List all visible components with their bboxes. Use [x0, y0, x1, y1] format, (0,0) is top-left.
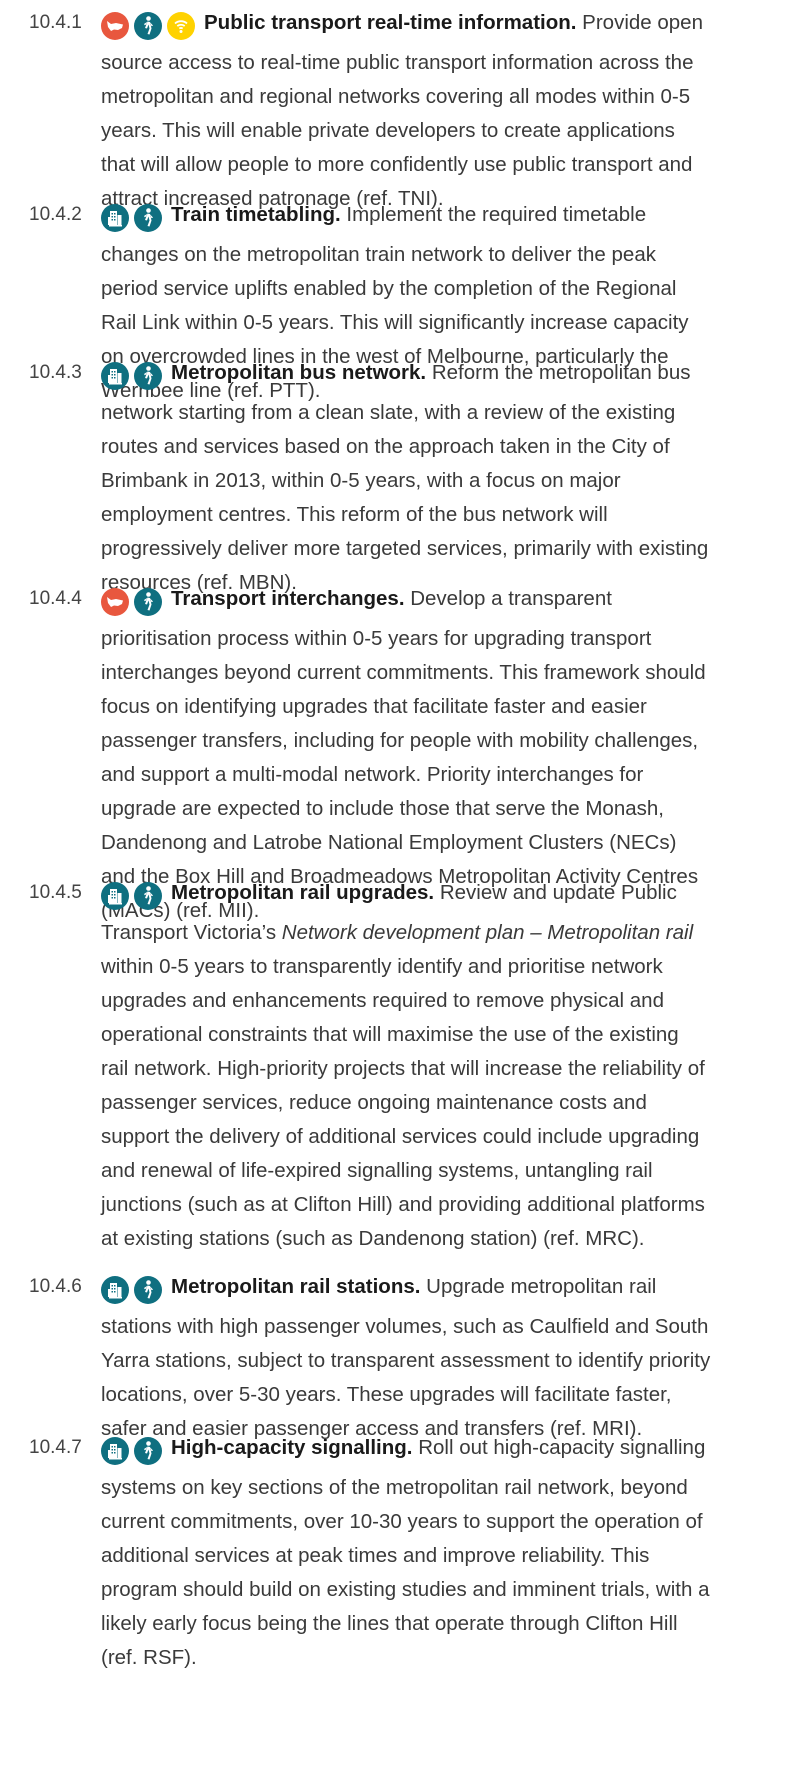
item-body: Metropolitan bus network. Reform the met…	[101, 356, 711, 600]
pedestrian-icon	[134, 882, 162, 910]
item-number: 10.4.3	[29, 362, 82, 383]
pedestrian-icon	[134, 588, 162, 616]
item-number: 10.4.6	[29, 1276, 82, 1297]
item-title: Transport interchanges.	[171, 587, 405, 610]
category-icons	[101, 362, 167, 396]
item-number: 10.4.7	[29, 1437, 82, 1458]
numbered-item: 10.4.7 High-capacity signalling. Roll out…	[0, 1431, 711, 1675]
category-icons	[101, 12, 200, 46]
victoria-map-icon	[101, 12, 129, 40]
item-title: Train timetabling.	[171, 203, 341, 226]
wifi-icon	[167, 12, 195, 40]
numbered-item: 10.4.1 Public transport real-time informa…	[0, 6, 711, 216]
item-title: Public transport real-time information.	[204, 11, 577, 34]
numbered-item: 10.4.3 Metropolitan bus network. Reform t…	[0, 356, 711, 600]
item-title: Metropolitan rail stations.	[171, 1275, 421, 1298]
victoria-map-icon	[101, 588, 129, 616]
item-number: 10.4.2	[29, 204, 82, 225]
document-title: Network development plan – Metropolitan …	[281, 921, 694, 944]
item-body: Public transport real-time information. …	[101, 6, 711, 216]
pedestrian-icon	[134, 1276, 162, 1304]
pedestrian-icon	[134, 362, 162, 390]
city-buildings-icon	[101, 882, 129, 910]
city-buildings-icon	[101, 362, 129, 390]
pedestrian-icon	[134, 204, 162, 232]
city-buildings-icon	[101, 1276, 129, 1304]
category-icons	[101, 588, 167, 622]
item-text: within 0-5 years to transparently identi…	[101, 955, 705, 1250]
item-title: High-capacity signalling.	[171, 1436, 413, 1459]
numbered-item: 10.4.6 Metropolitan rail stations. Upgrad…	[0, 1270, 711, 1446]
item-text: Upgrade metropolitan rail stations with …	[101, 1275, 711, 1440]
item-body: High-capacity signalling. Roll out high-…	[101, 1431, 711, 1675]
category-icons	[101, 204, 167, 238]
item-text: Develop a transparent prioritisation pro…	[101, 587, 706, 922]
item-body: Metropolitan rail stations. Upgrade metr…	[101, 1270, 711, 1446]
pedestrian-icon	[134, 12, 162, 40]
item-title: Metropolitan rail upgrades.	[171, 881, 435, 904]
item-title: Metropolitan bus network.	[171, 361, 427, 384]
city-buildings-icon	[101, 1437, 129, 1465]
item-text: Reform the metropolitan bus network star…	[101, 361, 709, 594]
category-icons	[101, 882, 167, 916]
numbered-item: 10.4.5 Metropolitan rail upgrades. Review…	[0, 876, 711, 1256]
city-buildings-icon	[101, 204, 129, 232]
category-icons	[101, 1276, 167, 1310]
category-icons	[101, 1437, 167, 1471]
item-text: Roll out high-capacity signalling system…	[101, 1436, 710, 1669]
item-body: Metropolitan rail upgrades. Review and u…	[101, 876, 711, 1256]
item-number: 10.4.1	[29, 12, 82, 33]
item-number: 10.4.5	[29, 882, 82, 903]
pedestrian-icon	[134, 1437, 162, 1465]
item-number: 10.4.4	[29, 588, 82, 609]
